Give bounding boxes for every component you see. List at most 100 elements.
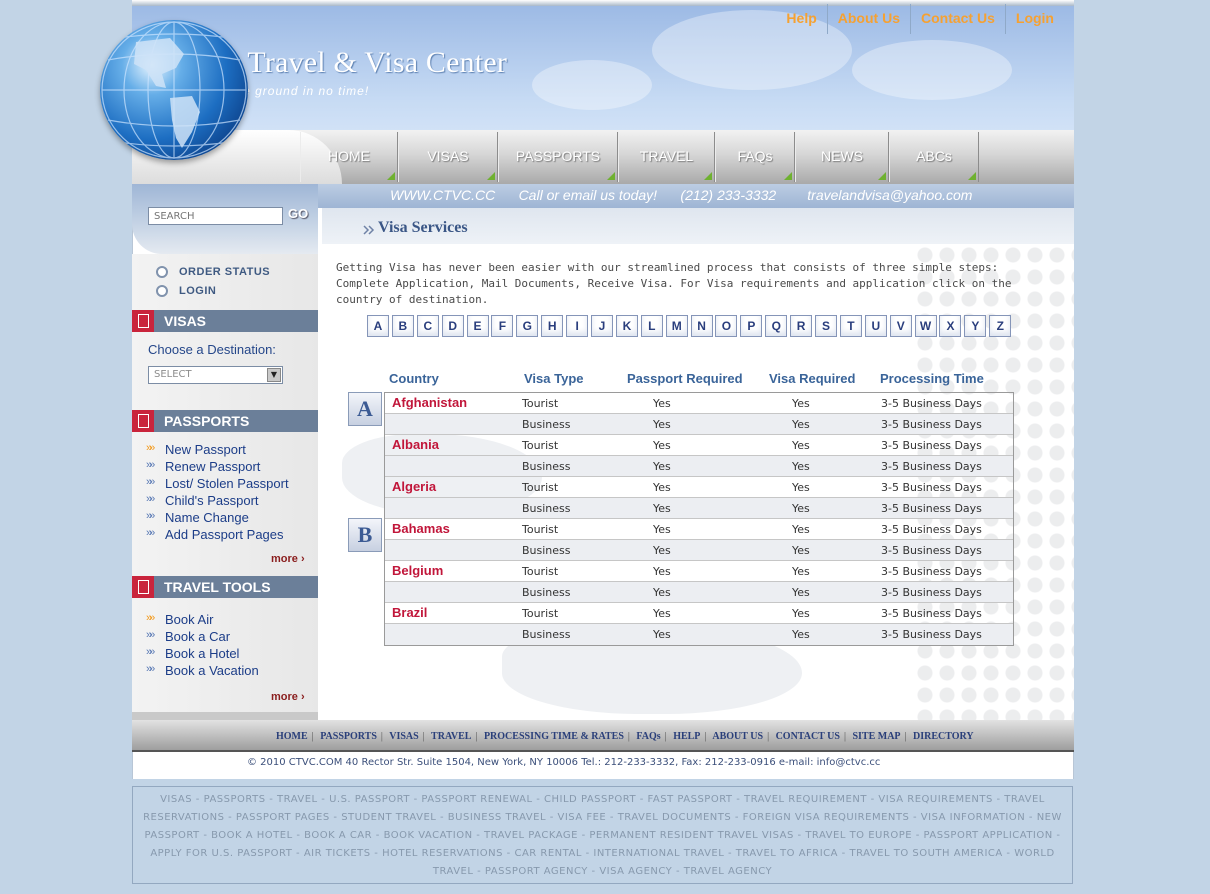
footer-link-faqs[interactable]: FAQs [636, 731, 660, 742]
nav-abcs[interactable]: ABCs [889, 132, 979, 182]
letter-m-button[interactable]: M [665, 315, 688, 337]
group-letter-b: B [348, 518, 382, 552]
letter-i-button[interactable]: I [566, 315, 589, 337]
letter-j-button[interactable]: J [591, 315, 614, 337]
sidebar-item-book-air[interactable]: »» Book Air [146, 612, 259, 629]
letter-t-button[interactable]: T [839, 315, 862, 337]
table-row[interactable]: Afghanistan Tourist Yes Yes 3-5 Business Day… [385, 393, 1013, 414]
cell-processing-time: 3-5 Business Days [881, 481, 982, 494]
globe-logo-icon [100, 20, 248, 160]
letter-h-button[interactable]: H [541, 315, 564, 337]
topnav-contact-link[interactable]: Contact Us [911, 4, 1006, 34]
cell-country[interactable]: Bahamas [392, 521, 450, 536]
order-status-link[interactable]: ORDER STATUS [179, 266, 270, 278]
letter-b-button[interactable]: B [391, 315, 414, 337]
sidebar-item-lost-passport[interactable]: »» Lost/ Stolen Passport [146, 476, 289, 493]
cell-country[interactable]: Belgium [392, 563, 443, 578]
letter-k-button[interactable]: K [615, 315, 638, 337]
nav-news[interactable]: NEWS [795, 132, 889, 182]
letter-r-button[interactable]: R [790, 315, 813, 337]
column-passport-required: Passport Required [627, 371, 743, 386]
letter-w-button[interactable]: W [914, 315, 937, 337]
cell-processing-time: 3-5 Business Days [881, 397, 982, 410]
sidebar-item-child-passport[interactable]: »» Child's Passport [146, 493, 289, 510]
nav-faqs[interactable]: FAQs [715, 132, 795, 182]
double-chevron-icon: »» [146, 476, 155, 488]
letter-f-button[interactable]: F [491, 315, 514, 337]
column-visa-required: Visa Required [769, 371, 856, 386]
sidebar-item-add-pages[interactable]: »» Add Passport Pages [146, 527, 289, 544]
letter-o-button[interactable]: O [715, 315, 738, 337]
topnav-help-link[interactable]: Help [776, 4, 828, 34]
sidebar-item-name-change[interactable]: »» Name Change [146, 510, 289, 527]
footer-link-about[interactable]: ABOUT US [712, 731, 763, 742]
footer-link-travel[interactable]: TRAVEL [431, 731, 471, 742]
letter-u-button[interactable]: U [864, 315, 887, 337]
travel-tools-more-link[interactable]: more › [271, 691, 305, 703]
footer-link-directory[interactable]: DIRECTORY [913, 731, 974, 742]
login-link[interactable]: LOGIN [179, 285, 216, 297]
letter-q-button[interactable]: Q [765, 315, 788, 337]
nav-travel[interactable]: TRAVEL [618, 132, 715, 182]
search-go-button[interactable]: GO [288, 206, 308, 221]
nav-passports[interactable]: PASSPORTS [498, 132, 618, 182]
cell-country[interactable]: Afghanistan [392, 395, 467, 410]
cell-passport-required: Yes [653, 628, 671, 641]
letter-n-button[interactable]: N [690, 315, 713, 337]
cell-country[interactable]: Algeria [392, 479, 436, 494]
cell-passport-required: Yes [653, 418, 671, 431]
table-row[interactable]: Belgium Tourist Yes Yes 3-5 Business Days [385, 561, 1013, 582]
letter-p-button[interactable]: P [740, 315, 763, 337]
footer-link-visas[interactable]: VISAS [389, 731, 418, 742]
cell-visa-type: Business [522, 502, 571, 515]
cell-processing-time: 3-5 Business Days [881, 544, 982, 557]
sidebar-item-renew-passport[interactable]: »» Renew Passport [146, 459, 289, 476]
contact-strip: WWW.CTVC.CC Call or email us today! (212… [390, 187, 973, 203]
letter-g-button[interactable]: G [516, 315, 539, 337]
sidebar-item-book-vacation[interactable]: »» Book a Vacation [146, 663, 259, 680]
topnav-about-link[interactable]: About Us [828, 4, 911, 34]
nav-home[interactable]: HOME [300, 132, 398, 182]
letter-v-button[interactable]: V [889, 315, 912, 337]
table-row[interactable]: Algeria Tourist Yes Yes 3-5 Business Days [385, 477, 1013, 498]
cell-visa-required: Yes [792, 607, 810, 620]
table-row[interactable]: Albania Tourist Yes Yes 3-5 Business Days [385, 435, 1013, 456]
footer-link-processing[interactable]: PROCESSING TIME & RATES [484, 731, 624, 742]
table-row[interactable]: Brazil Tourist Yes Yes 3-5 Business Days [385, 603, 1013, 624]
search-input[interactable] [148, 207, 283, 225]
passports-more-link[interactable]: more › [271, 553, 305, 565]
letter-x-button[interactable]: X [939, 315, 962, 337]
letter-e-button[interactable]: E [466, 315, 489, 337]
cell-visa-type: Business [522, 544, 571, 557]
letter-s-button[interactable]: S [815, 315, 838, 337]
letter-z-button[interactable]: Z [989, 315, 1012, 337]
sidebar-item-book-car[interactable]: »» Book a Car [146, 629, 259, 646]
letter-d-button[interactable]: D [441, 315, 464, 337]
cell-passport-required: Yes [653, 397, 671, 410]
table-row: Business Yes Yes 3-5 Business Days [385, 582, 1013, 603]
cell-passport-required: Yes [653, 607, 671, 620]
choose-destination-label: Choose a Destination: [148, 342, 276, 357]
cell-country[interactable]: Brazil [392, 605, 427, 620]
footer-link-help[interactable]: HELP [673, 731, 700, 742]
letter-y-button[interactable]: Y [964, 315, 987, 337]
cell-passport-required: Yes [653, 502, 671, 515]
login-icon [156, 285, 168, 297]
letter-a-button[interactable]: A [367, 315, 389, 337]
cell-visa-required: Yes [792, 481, 810, 494]
cell-visa-required: Yes [792, 460, 810, 473]
cell-visa-type: Tourist [522, 397, 559, 410]
footer-link-passports[interactable]: PASSPORTS [320, 731, 377, 742]
cell-country[interactable]: Albania [392, 437, 439, 452]
letter-c-button[interactable]: C [416, 315, 439, 337]
table-row[interactable]: Bahamas Tourist Yes Yes 3-5 Business Days [385, 519, 1013, 540]
sidebar-item-book-hotel[interactable]: »» Book a Hotel [146, 646, 259, 663]
footer-link-contact[interactable]: CONTACT US [776, 731, 840, 742]
topnav-login-link[interactable]: Login [1006, 4, 1064, 34]
destination-select[interactable]: SELECT ▼ [148, 366, 283, 384]
letter-l-button[interactable]: L [640, 315, 663, 337]
nav-visas[interactable]: VISAS [398, 132, 498, 182]
footer-link-home[interactable]: HOME [276, 731, 308, 742]
footer-link-sitemap[interactable]: SITE MAP [852, 731, 900, 742]
sidebar-item-new-passport[interactable]: »» New Passport [146, 442, 289, 459]
